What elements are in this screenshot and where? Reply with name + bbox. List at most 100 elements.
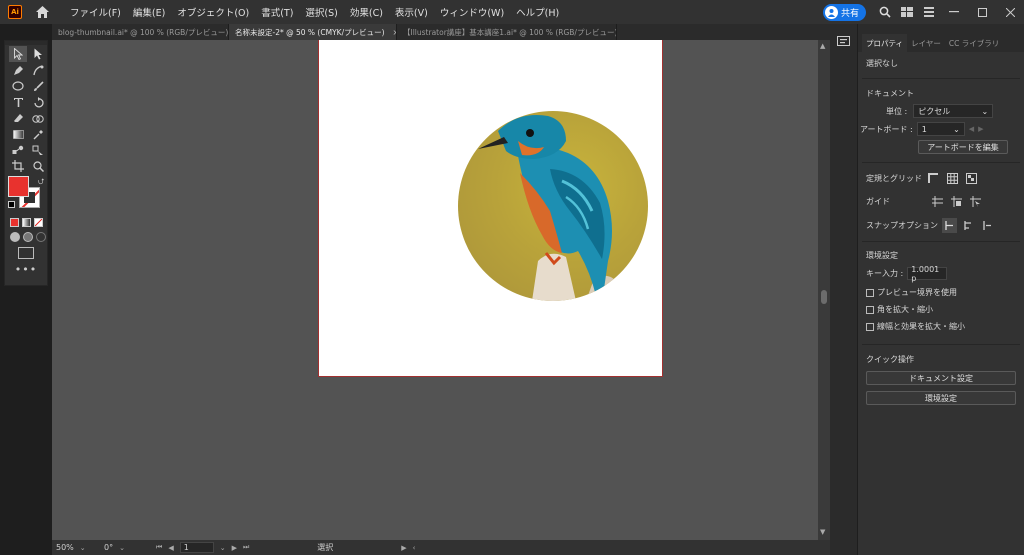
close-window-icon[interactable] — [996, 0, 1024, 24]
scroll-thumb[interactable] — [821, 290, 827, 304]
transparency-grid-icon[interactable] — [964, 171, 979, 186]
first-artboard-icon[interactable]: ⏮ — [156, 543, 162, 552]
fill-color-swatch[interactable] — [8, 176, 29, 197]
menu-view[interactable]: 表示(V) — [389, 5, 434, 19]
chevron-down-icon[interactable]: ⌄ — [119, 544, 125, 552]
snap-options-label: スナップオプション — [866, 221, 938, 230]
default-fill-stroke-icon[interactable] — [8, 201, 15, 208]
arrange-documents-icon[interactable] — [896, 0, 918, 24]
preferences-button[interactable]: 環境設定 — [866, 391, 1016, 405]
menu-edit[interactable]: 編集(E) — [127, 5, 171, 19]
previous-artboard-icon[interactable]: ◀ — [168, 544, 173, 552]
checkbox-icon[interactable] — [866, 322, 874, 331]
direct-selection-tool-icon[interactable] — [29, 46, 47, 62]
eraser-tool-icon[interactable] — [9, 110, 27, 126]
previous-artboard-icon[interactable]: ◀ — [969, 125, 974, 133]
menu-window[interactable]: ウィンドウ(W) — [434, 5, 510, 19]
artboard-number-input[interactable]: 1 — [179, 542, 214, 553]
preferences-heading: 環境設定 — [866, 251, 898, 260]
tab-blog-thumbnail[interactable]: blog-thumbnail.ai* @ 100 % (RGB/プレビュー) × — [52, 24, 229, 40]
tab-layers[interactable]: レイヤー — [907, 34, 945, 52]
screen-mode-icon[interactable] — [18, 247, 34, 259]
canvas-area[interactable] — [52, 40, 818, 540]
home-icon[interactable] — [34, 4, 50, 20]
artboard[interactable] — [318, 40, 663, 377]
artboard-tool-icon[interactable] — [9, 158, 27, 174]
grid-icon[interactable] — [945, 171, 960, 186]
pen-tool-icon[interactable] — [9, 62, 27, 78]
unit-value: ピクセル — [918, 106, 951, 116]
scroll-down-icon[interactable]: ▼ — [820, 528, 825, 536]
chevron-down-icon: ⌄ — [981, 106, 989, 116]
scroll-left-icon[interactable]: ‹ — [413, 544, 416, 552]
tab-illustrator-course[interactable]: 【Illustrator講座】基本講座1.ai* @ 100 % (RGB/プレ… — [397, 24, 617, 40]
canvas-vertical-scrollbar[interactable]: ▲ ▼ — [818, 40, 830, 540]
none-mode-icon[interactable] — [34, 218, 43, 227]
chevron-down-icon[interactable]: ⌄ — [80, 544, 86, 552]
checkbox-icon[interactable] — [866, 288, 874, 297]
curvature-tool-icon[interactable] — [29, 62, 47, 78]
chevron-down-icon[interactable]: ⌄ — [220, 544, 226, 552]
menu-file[interactable]: ファイル(F) — [64, 5, 127, 19]
tab-properties[interactable]: プロパティ — [862, 34, 908, 52]
maximize-icon[interactable] — [968, 0, 996, 24]
shape-builder-tool-icon[interactable] — [29, 110, 47, 126]
rotation-field[interactable]: 0° ⌄ — [100, 541, 152, 554]
last-artboard-icon[interactable]: ⏭ — [243, 543, 249, 552]
eyedropper-tool-icon[interactable] — [29, 126, 47, 142]
blend-tool-icon[interactable] — [9, 142, 27, 158]
snap-to-grid-icon[interactable] — [961, 218, 976, 233]
tab-untitled-2[interactable]: 名称未設定-2* @ 50 % (CMYK/プレビュー) × — [229, 24, 397, 40]
lock-guides-icon[interactable] — [949, 194, 964, 209]
scroll-up-icon[interactable]: ▲ — [820, 42, 825, 50]
show-guides-icon[interactable] — [930, 194, 945, 209]
search-icon[interactable] — [874, 0, 896, 24]
menu-object[interactable]: オブジェクト(O) — [171, 5, 255, 19]
draw-inside-icon[interactable] — [36, 232, 46, 242]
ellipse-tool-icon[interactable] — [9, 78, 27, 94]
smart-guides-icon[interactable] — [968, 194, 983, 209]
key-increment-input[interactable]: 1.0001 p — [907, 265, 948, 283]
scale-strokes-checkbox[interactable]: 線幅と効果を拡大・縮小 — [858, 321, 1024, 332]
live-paint-tool-icon[interactable] — [29, 142, 47, 158]
play-icon[interactable]: ▶ — [401, 544, 406, 552]
workspace-switcher-icon[interactable] — [918, 0, 940, 24]
zoom-level-field[interactable]: 50% ⌄ — [52, 541, 100, 554]
next-artboard-icon[interactable]: ▶ — [978, 125, 983, 133]
draw-behind-icon[interactable] — [23, 232, 33, 242]
checkbox-icon[interactable] — [866, 305, 874, 314]
gradient-tool-icon[interactable] — [9, 126, 27, 142]
menu-effect[interactable]: 効果(C) — [344, 5, 389, 19]
unit-dropdown[interactable]: ピクセル ⌄ — [913, 104, 994, 118]
color-mode-icon[interactable] — [10, 218, 19, 227]
kingfisher-image-clipped-circle[interactable] — [458, 111, 648, 301]
document-setup-button[interactable]: ドキュメント設定 — [866, 371, 1016, 385]
paintbrush-tool-icon[interactable] — [29, 78, 47, 94]
scale-corners-checkbox[interactable]: 角を拡大・縮小 — [858, 304, 1024, 315]
swap-fill-stroke-icon[interactable]: ⮍ — [38, 176, 44, 190]
rulers-icon[interactable] — [926, 171, 941, 186]
preview-bounds-checkbox[interactable]: プレビュー境界を使用 — [858, 287, 1024, 298]
share-button[interactable]: 共有 — [822, 3, 866, 21]
artboard-dropdown[interactable]: 1 ⌄ — [916, 122, 965, 136]
edit-toolbar-icon[interactable]: ••• — [5, 263, 47, 276]
menu-type[interactable]: 書式(T) — [255, 5, 299, 19]
snap-to-pixel-icon[interactable] — [980, 218, 995, 233]
zoom-tool-icon[interactable] — [29, 158, 47, 174]
current-tool-display[interactable]: 選択 — [313, 541, 337, 554]
draw-normal-icon[interactable] — [10, 232, 20, 242]
tab-label: blog-thumbnail.ai* @ 100 % (RGB/プレビュー) — [58, 27, 229, 37]
status-menu[interactable]: ▶ ‹ — [397, 541, 419, 554]
gradient-mode-icon[interactable] — [22, 218, 31, 227]
edit-artboards-button[interactable]: アートボードを編集 — [918, 140, 1008, 154]
properties-panel-icon[interactable] — [837, 36, 857, 51]
tab-cc-libraries[interactable]: CC ライブラリ — [945, 34, 1003, 52]
menu-help[interactable]: ヘルプ(H) — [510, 5, 565, 19]
type-tool-icon[interactable] — [9, 94, 27, 110]
snap-to-point-icon[interactable] — [942, 218, 957, 233]
selection-tool-icon[interactable] — [9, 46, 27, 62]
rotate-tool-icon[interactable] — [29, 94, 47, 110]
next-artboard-icon[interactable]: ▶ — [232, 544, 237, 552]
menu-select[interactable]: 選択(S) — [299, 5, 343, 19]
minimize-icon[interactable] — [940, 0, 968, 24]
